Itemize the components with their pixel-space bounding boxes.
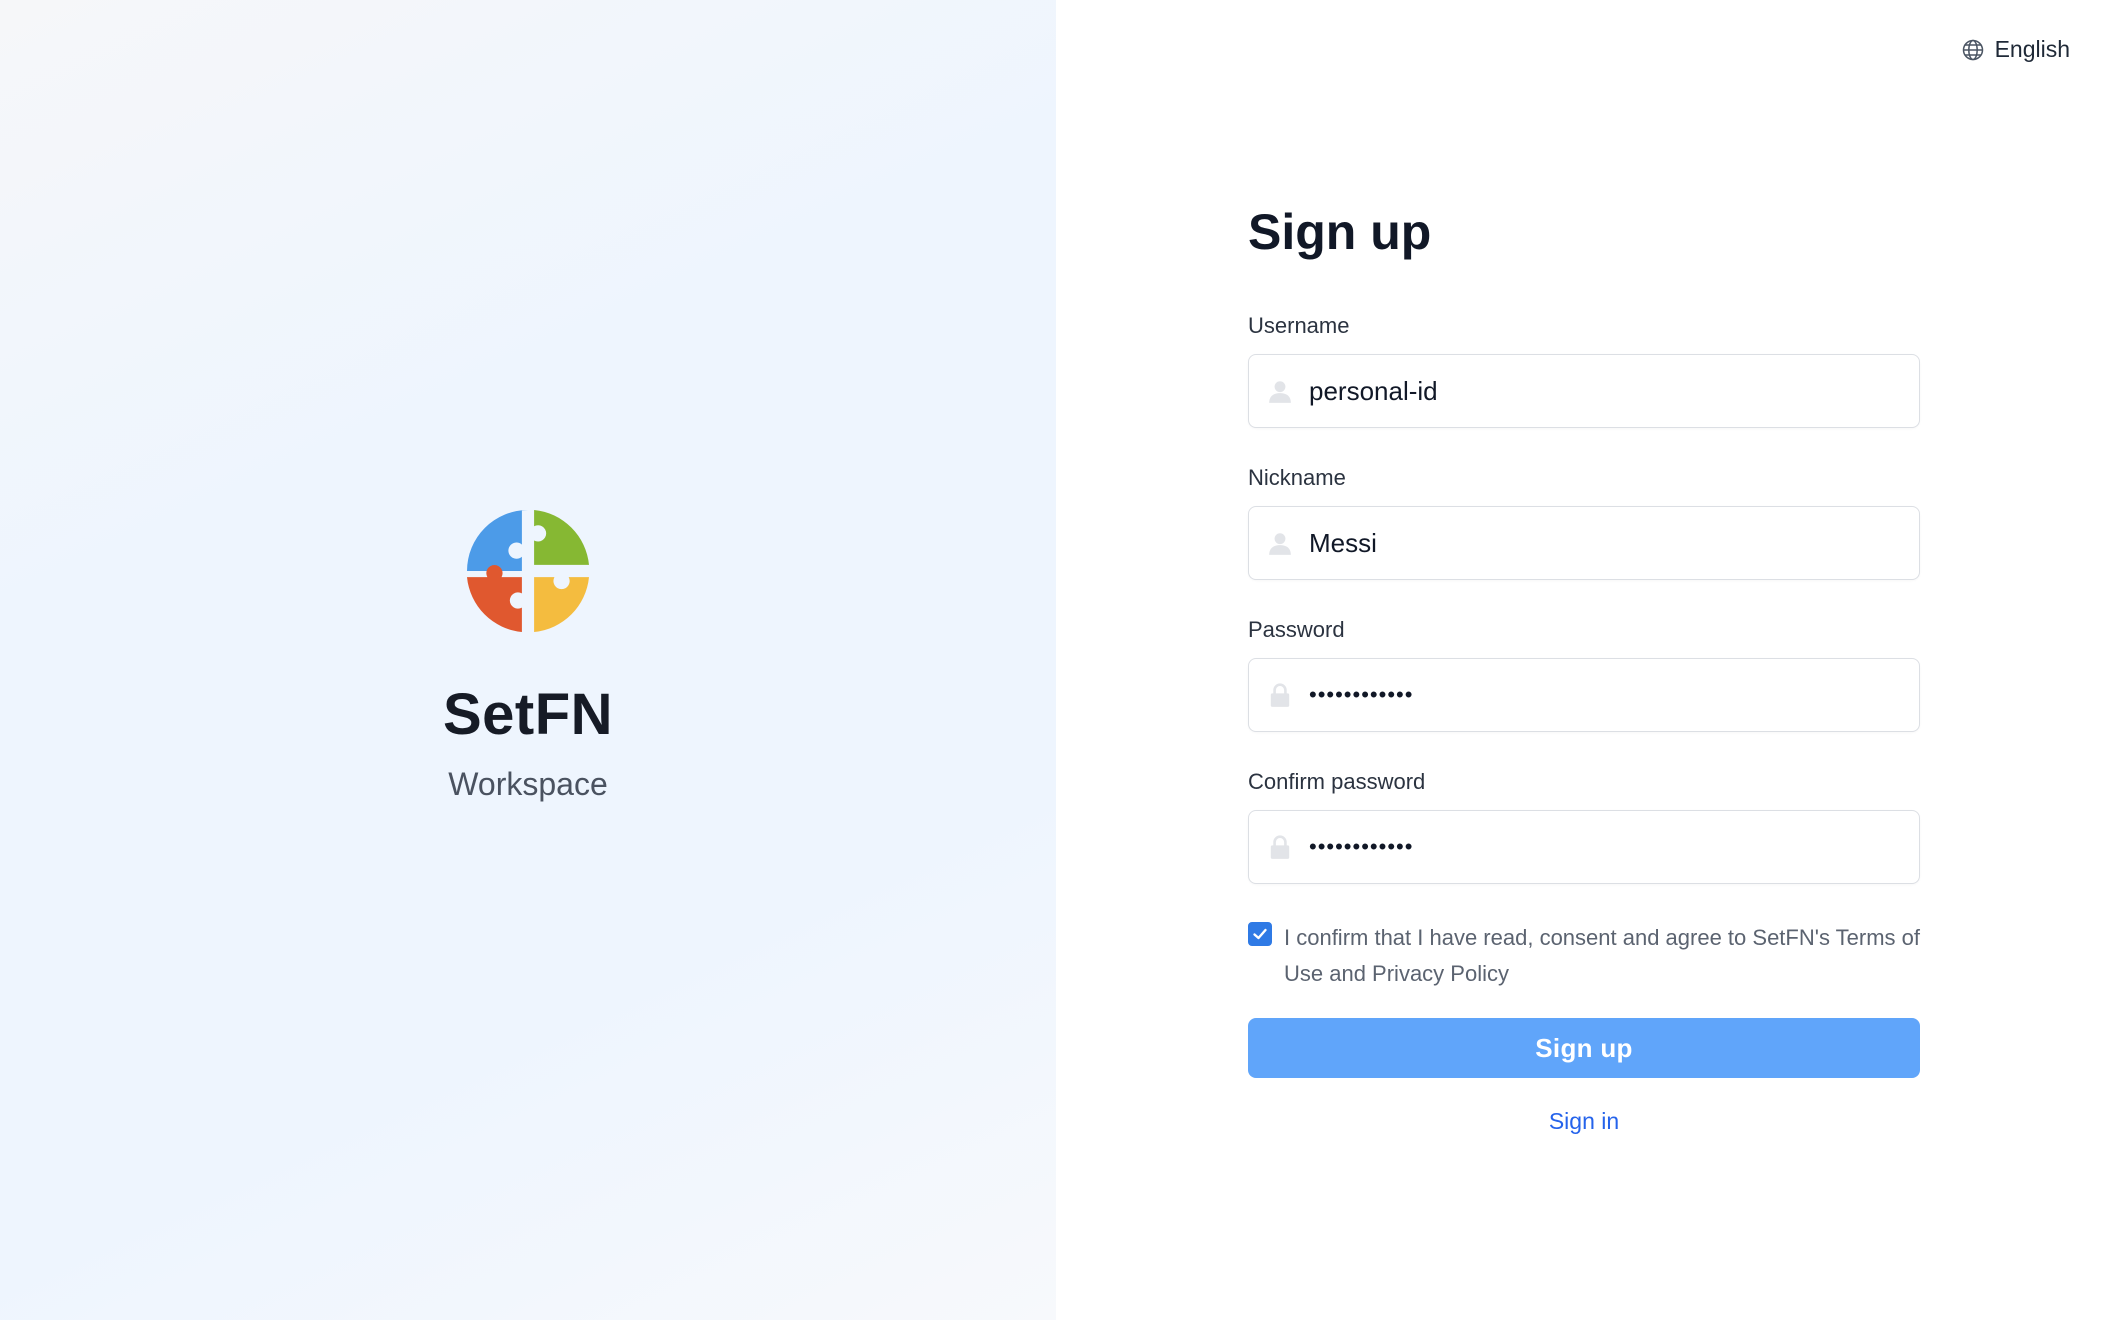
password-field-group: Password [1248, 616, 1920, 732]
password-input-wrapper [1248, 658, 1920, 732]
username-field-group: Username [1248, 312, 1920, 428]
signup-form: Sign up Username Nickname [1248, 200, 1920, 1135]
nickname-label: Nickname [1248, 465, 1346, 490]
checkmark-icon [1253, 928, 1267, 940]
sign-in-link[interactable]: Sign in [1248, 1108, 1920, 1135]
setfn-logo-icon [467, 510, 589, 632]
username-input[interactable] [1309, 355, 1919, 427]
brand-name: SetFN [442, 682, 614, 747]
terms-checkbox[interactable] [1248, 922, 1272, 946]
confirm-password-input[interactable] [1309, 811, 1919, 883]
globe-icon [1962, 39, 1983, 60]
language-label: English [1994, 36, 2070, 62]
password-input[interactable] [1309, 659, 1919, 731]
brand-block: SetFN Workspace [0, 510, 1056, 804]
nickname-field-group: Nickname [1248, 464, 1920, 580]
password-label: Password [1248, 617, 1345, 642]
terms-consent: I confirm that I have read, consent and … [1248, 920, 1920, 992]
signup-page: SetFN Workspace English Sign up Username [0, 0, 2112, 1320]
username-input-wrapper [1248, 354, 1920, 428]
user-icon [1269, 381, 1291, 403]
sign-up-button[interactable]: Sign up [1248, 1018, 1920, 1078]
user-icon [1269, 533, 1291, 555]
brand-panel: SetFN Workspace [0, 0, 1056, 1320]
page-title: Sign up [1248, 204, 1432, 260]
lock-icon [1270, 835, 1290, 859]
language-switcher[interactable]: English [1961, 36, 2070, 63]
username-label: Username [1248, 313, 1350, 338]
nickname-input[interactable] [1309, 507, 1919, 579]
confirm-password-input-wrapper [1248, 810, 1920, 884]
form-panel: English Sign up Username Nickname [1056, 0, 2112, 1320]
terms-consent-text: I confirm that I have read, consent and … [1284, 925, 1921, 986]
brand-subtitle: Workspace [448, 766, 608, 802]
confirm-password-field-group: Confirm password [1248, 768, 1920, 884]
lock-icon [1270, 683, 1290, 707]
confirm-password-label: Confirm password [1248, 769, 1426, 794]
nickname-input-wrapper [1248, 506, 1920, 580]
